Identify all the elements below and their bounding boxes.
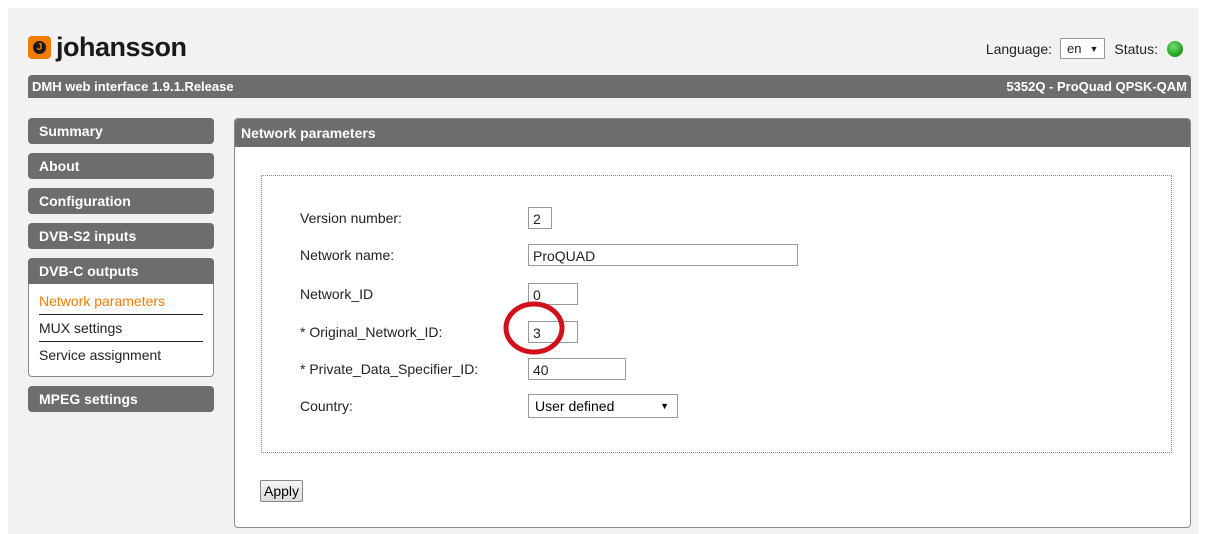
- panel-title: Network parameters: [235, 119, 1190, 147]
- chevron-down-icon: ▼: [1089, 43, 1099, 54]
- annotation-circle: [503, 301, 565, 355]
- sidebar-item-mpeg-settings[interactable]: MPEG settings: [28, 386, 214, 412]
- version-label: Version number:: [300, 210, 402, 226]
- network-name-label: Network name:: [300, 247, 395, 263]
- language-value: en: [1067, 41, 1082, 56]
- private-data-specifier-label: * Private_Data_Specifier_ID:: [300, 361, 479, 377]
- country-value: User defined: [535, 398, 615, 414]
- submenu-item-mux-settings[interactable]: MUX settings: [39, 315, 203, 342]
- original-network-id-label: * Original_Network_ID:: [300, 324, 443, 340]
- sidebar: Summary About Configuration DVB-S2 input…: [28, 118, 214, 421]
- country-select[interactable]: User defined ▼: [528, 394, 678, 418]
- apply-button[interactable]: Apply: [260, 480, 304, 502]
- status-indicator-icon: [1167, 40, 1183, 57]
- johansson-logo: J johansson: [28, 32, 187, 63]
- language-select[interactable]: en ▼: [1060, 38, 1106, 59]
- logo-text: johansson: [56, 32, 187, 62]
- private-data-specifier-input[interactable]: 40: [528, 358, 626, 380]
- logo-mark-icon: J: [28, 36, 51, 59]
- sidebar-item-dvb-c-outputs[interactable]: DVB-C outputs: [28, 258, 214, 284]
- network-parameters-panel: Network parameters Version number: 2 Net…: [234, 118, 1191, 528]
- parameters-fieldset: Version number: 2 Network name: ProQUAD …: [261, 175, 1172, 453]
- status-label: Status:: [1114, 40, 1158, 57]
- network-id-label: Network_ID: [300, 286, 374, 302]
- device-model: 5352Q - ProQuad QPSK-QAM: [1006, 79, 1187, 94]
- header-controls: Language: en ▼ Status:: [986, 38, 1183, 59]
- sidebar-item-dvb-s2-inputs[interactable]: DVB-S2 inputs: [28, 223, 214, 249]
- language-label: Language:: [985, 40, 1053, 57]
- version-input[interactable]: 2: [528, 207, 552, 229]
- app-version: DMH web interface 1.9.1.Release: [32, 79, 234, 94]
- network-name-input[interactable]: ProQUAD: [528, 244, 798, 266]
- submenu-item-network-parameters[interactable]: Network parameters: [39, 288, 203, 315]
- sidebar-item-configuration[interactable]: Configuration: [28, 188, 214, 214]
- title-bar: DMH web interface 1.9.1.Release 5352Q - …: [28, 75, 1191, 98]
- dvb-c-submenu: Network parameters MUX settings Service …: [28, 284, 214, 377]
- country-label: Country:: [300, 398, 353, 414]
- chevron-down-icon: ▼: [660, 401, 669, 411]
- sidebar-item-about[interactable]: About: [28, 153, 214, 179]
- submenu-item-service-assignment[interactable]: Service assignment: [39, 342, 203, 368]
- sidebar-item-summary[interactable]: Summary: [28, 118, 214, 144]
